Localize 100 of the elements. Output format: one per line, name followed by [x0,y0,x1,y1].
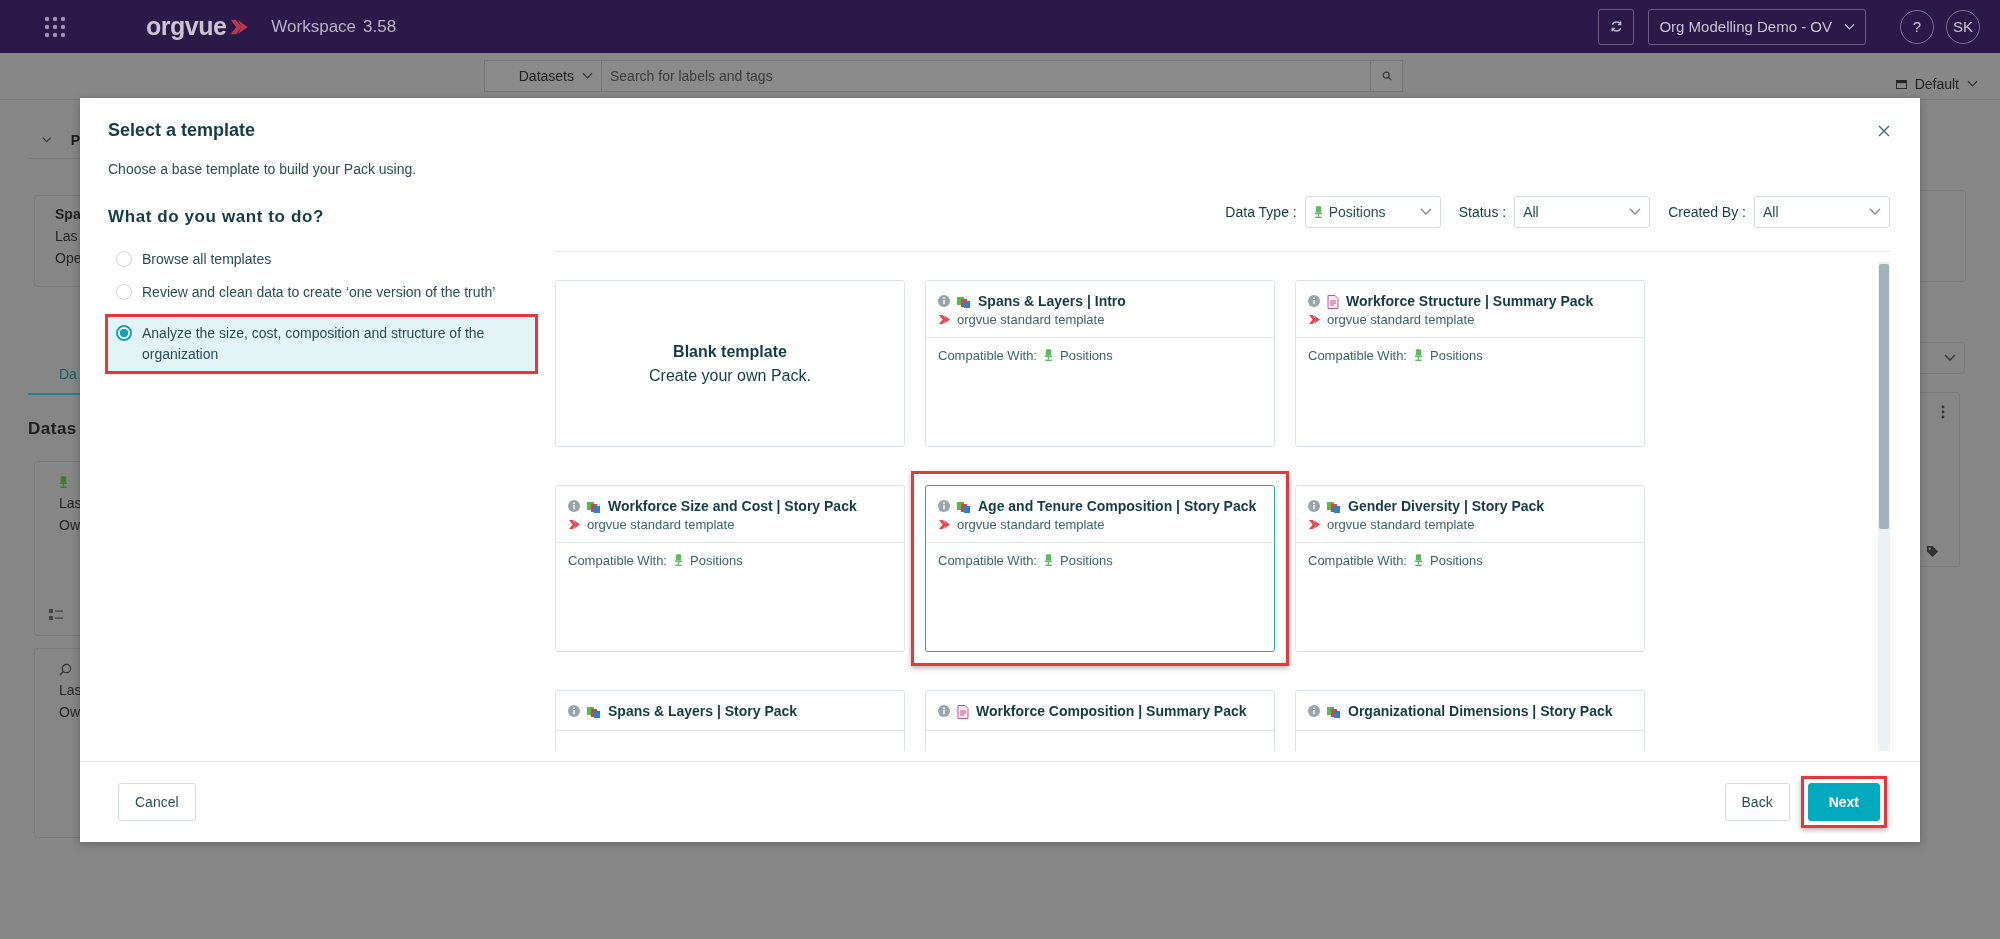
filter-label: Status : [1458,204,1507,220]
secondary-button[interactable]: Back [1724,783,1790,821]
card-title: Spans & Layers | Intro [978,293,1126,310]
tag-icon[interactable] [1926,545,1939,558]
orgvue-logo[interactable]: orgvue [146,12,227,41]
info-icon[interactable] [938,500,950,512]
compatible-label: Compatible With: [1308,348,1407,363]
info-icon[interactable] [938,705,950,717]
compatible-type: Positions [1060,348,1113,363]
arrow-logo-icon [1308,314,1321,325]
window-icon [1895,79,1907,89]
chevron-down-icon [1869,208,1881,216]
template-option[interactable]: Review and clean data to create ‘one version of the truth’ [108,276,535,309]
template-card[interactable]: Blank template Create your own Pack. [555,280,905,447]
card-title: Workforce Structure | Summary Pack [1346,293,1594,310]
info-icon[interactable] [568,705,580,717]
template-card[interactable]: Age and Tenure Composition | Story Pack orgvue standard template Compatible With: Positions [925,485,1275,652]
template-card[interactable]: Spans & Layers | Intro orgvue standard template Compatible With: Positions [925,280,1275,447]
app-grid-icon[interactable] [44,15,66,38]
chevron-down-icon [1419,208,1432,216]
refresh-icon [1609,20,1623,33]
dialog-title: Select a template [108,120,256,141]
card-title: Workforce Size and Cost | Story Pack [608,498,857,515]
scrollbar[interactable] [1878,262,1890,751]
compatible-label: Compatible With: [1308,553,1407,568]
template-card[interactable]: Spans & Layers | Story Pack [555,690,905,751]
compatible-type: Positions [1430,553,1483,568]
arrow-logo-icon [938,314,951,325]
arrow-logo-icon [568,519,581,530]
filter-dropdown[interactable]: All [1514,196,1651,228]
card-title: Workforce Composition | Summary Pack [976,703,1247,720]
card-text: Ow [59,704,80,720]
chair-icon [59,476,68,489]
template-card[interactable]: Organizational Dimensions | Story Pack [1295,690,1645,751]
card-title: Spans & Layers | Story Pack [608,703,798,720]
stacked-squares-icon [957,295,971,309]
filter-label: Created By : [1668,204,1746,220]
chair-icon [674,554,683,567]
chair-icon [1414,554,1423,567]
chevron-down-icon[interactable] [42,136,52,144]
arrow-logo-icon [938,519,951,530]
card-title: Gender Diversity | Story Pack [1348,498,1545,515]
card-text: Las [55,228,79,244]
info-icon[interactable] [1308,705,1320,717]
product-name: Workspace [271,16,357,37]
card-text: Spa [55,206,80,222]
card-title: Age and Tenure Composition | Story Pack [978,498,1257,515]
stacked-squares-icon [587,500,601,514]
document-icon [1327,295,1339,309]
magnifier-icon [59,663,72,676]
question-heading: What do you want to do? [108,207,325,227]
compatible-type: Positions [690,553,743,568]
template-option[interactable]: Browse all templates [108,243,535,276]
more-options-icon[interactable] [1941,405,1945,419]
chevron-down-icon [1629,208,1642,216]
filter-dropdown[interactable]: All [1754,196,1890,228]
template-card[interactable]: Workforce Size and Cost | Story Pack orgvue standard template Compatible With: Positions [555,485,905,652]
view-dropdown[interactable]: Default [1889,75,1984,93]
dialog-subtitle: Choose a base template to build your Pack using. [108,161,418,177]
info-icon[interactable] [568,500,580,512]
chair-icon [1414,349,1423,362]
info-icon[interactable] [1308,500,1320,512]
stacked-squares-icon [1327,500,1341,514]
scope-dropdown[interactable]: Datasets [484,60,601,92]
list-icon[interactable] [49,609,63,621]
radio-button[interactable] [116,251,132,267]
search-field[interactable]: Search for labels and tags [601,60,1371,92]
card-text: Ope [55,250,80,266]
stacked-squares-icon [1327,705,1341,719]
secondary-button[interactable]: Cancel [118,783,196,821]
section-title: P [70,132,80,148]
chevron-down-icon [1844,22,1855,31]
chair-icon [1044,349,1053,362]
search-button[interactable] [1371,60,1403,92]
compatible-label: Compatible With: [938,553,1037,568]
stacked-squares-icon [957,500,971,514]
template-card[interactable]: Workforce Structure | Summary Pack orgvue standard template Compatible With: Positions [1295,280,1645,447]
chevron-down-icon [582,72,593,80]
workspace-dropdown[interactable]: Org Modelling Demo - OV [1648,8,1866,45]
section-heading: Datas [28,419,78,439]
document-icon [957,705,969,719]
refresh-button[interactable] [1598,8,1635,45]
arrow-logo-icon [229,17,250,36]
template-option[interactable]: Analyze the size, cost, composition and structure of the organization [108,317,535,371]
info-icon[interactable] [938,295,950,307]
filter-dropdown[interactable]: Positions [1304,196,1441,228]
compatible-label: Compatible With: [938,348,1037,363]
template-source: orgvue standard template [587,517,735,532]
radio-button[interactable] [116,325,132,341]
compatible-type: Positions [1060,553,1113,568]
template-card[interactable]: Gender Diversity | Story Pack orgvue standard template Compatible With: Positions [1295,485,1645,652]
arrow-logo-icon [1308,519,1321,530]
chair-icon [1044,554,1053,567]
close-icon[interactable] [1878,124,1890,137]
filter-label: Data Type : [1225,204,1297,220]
template-card[interactable]: Workforce Composition | Summary Pack [925,690,1275,751]
info-icon[interactable] [1308,295,1320,307]
radio-button[interactable] [116,284,132,300]
chevron-down-icon [1944,354,1956,362]
card-text: Ow [59,517,80,533]
